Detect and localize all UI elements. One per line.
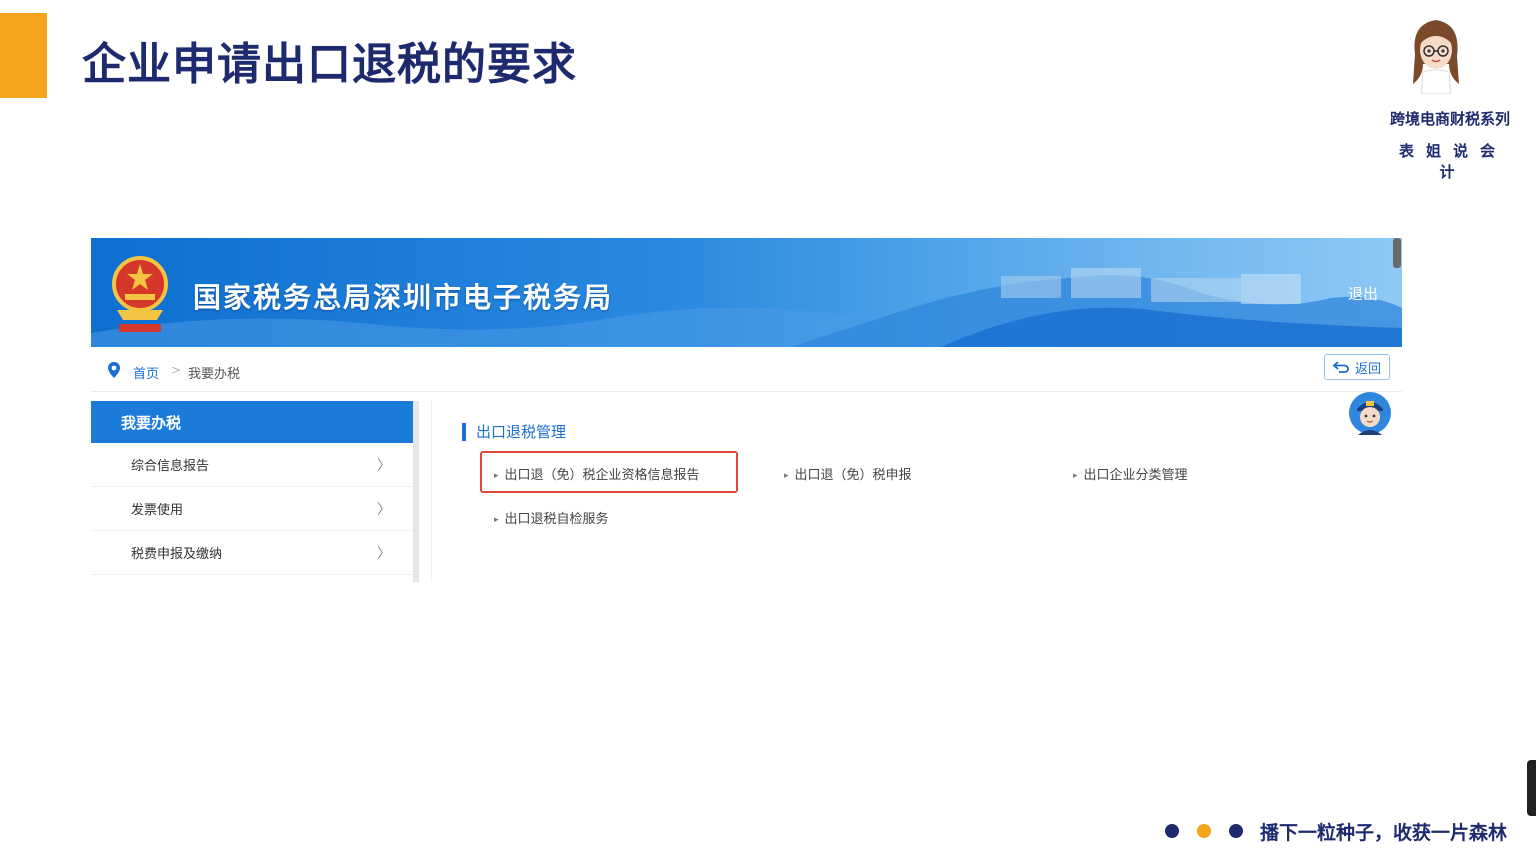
link-export-qualification-report[interactable]: ▸ 出口退（免）税企业资格信息报告: [494, 464, 700, 483]
brand-series: 跨境电商财税系列: [1389, 110, 1510, 128]
logout-link[interactable]: 退出: [1348, 283, 1378, 304]
sidebar-item-tax-filing[interactable]: 税费申报及缴纳 〉: [91, 531, 413, 575]
back-button-label: 返回: [1354, 361, 1381, 377]
bullet-icon: ▸: [494, 470, 499, 481]
chevron-right-icon: 〉: [377, 501, 391, 518]
bullet-icon: ▸: [1073, 470, 1078, 481]
link-self-check-service[interactable]: ▸ 出口退税自检服务: [494, 508, 609, 527]
decor-dot-orange: [1197, 824, 1211, 838]
chevron-right-icon: 〉: [377, 545, 391, 562]
accent-block: [0, 13, 47, 98]
scrollbar-thumb[interactable]: [1393, 238, 1401, 268]
chevron-right-icon: 〉: [377, 457, 391, 474]
brand-name: 表姐说会计: [1398, 142, 1507, 181]
robot-assistant-icon[interactable]: [1348, 391, 1392, 435]
link-enterprise-classification[interactable]: ▸ 出口企业分类管理: [1073, 464, 1188, 483]
slide-title: 企业申请出口退税的要求: [82, 39, 577, 90]
breadcrumb-separator: >: [171, 363, 182, 377]
link-export-tax-declaration[interactable]: ▸ 出口退（免）税申报: [784, 464, 912, 483]
cartoon-girl-avatar-icon: [1413, 20, 1459, 94]
breadcrumb-current: 我要办税: [188, 367, 241, 382]
decor-dot-navy: [1165, 824, 1179, 838]
back-arrow-icon: [1332, 361, 1349, 373]
link-label: 出口退（免）税企业资格信息报告: [504, 468, 700, 483]
sidebar-header[interactable]: 我要办税: [91, 401, 413, 443]
bullet-icon: ▸: [494, 514, 499, 525]
link-label: 出口企业分类管理: [1083, 468, 1188, 483]
portal-title: 国家税务总局深圳市电子税务局: [193, 281, 614, 314]
link-label: 出口退税自检服务: [504, 512, 609, 527]
national-emblem-icon: [112, 256, 168, 332]
back-button[interactable]: 返回: [1324, 354, 1390, 380]
link-label: 出口退（免）税申报: [794, 468, 912, 483]
slogan: 播下一粒种子，收获一片森林: [1260, 822, 1508, 844]
breadcrumb: 首页 > 我要办税 返回: [91, 347, 1402, 392]
sidebar-item-info-report[interactable]: 综合信息报告 〉: [91, 443, 413, 487]
location-pin-icon: [108, 362, 120, 378]
side-handle[interactable]: [1527, 760, 1536, 816]
bullet-icon: ▸: [784, 470, 789, 481]
breadcrumb-home-link[interactable]: 首页: [133, 363, 159, 382]
section-title: 出口退税管理: [462, 423, 566, 441]
decor-dot-navy: [1229, 824, 1243, 838]
sidebar-item-invoice[interactable]: 发票使用 〉: [91, 487, 413, 531]
sidebar-item-label: 综合信息报告: [131, 459, 210, 474]
sidebar-item-label: 税费申报及缴纳: [131, 547, 223, 562]
portal-header: 国家税务总局深圳市电子税务局 退出: [91, 238, 1402, 347]
content-panel: 出口退税管理 ▸ 出口退（免）税企业资格信息报告 ▸ 出口退（免）税申报 ▸ 出口企业…: [431, 392, 1403, 582]
tax-portal-screenshot: 国家税务总局深圳市电子税务局 退出 首页 > 我要办税 返回 我要办税 综合信息…: [91, 238, 1402, 582]
sidebar: 我要办税 综合信息报告 〉 发票使用 〉 税费申报及缴纳 〉: [91, 401, 419, 582]
sidebar-item-label: 发票使用: [131, 503, 184, 518]
